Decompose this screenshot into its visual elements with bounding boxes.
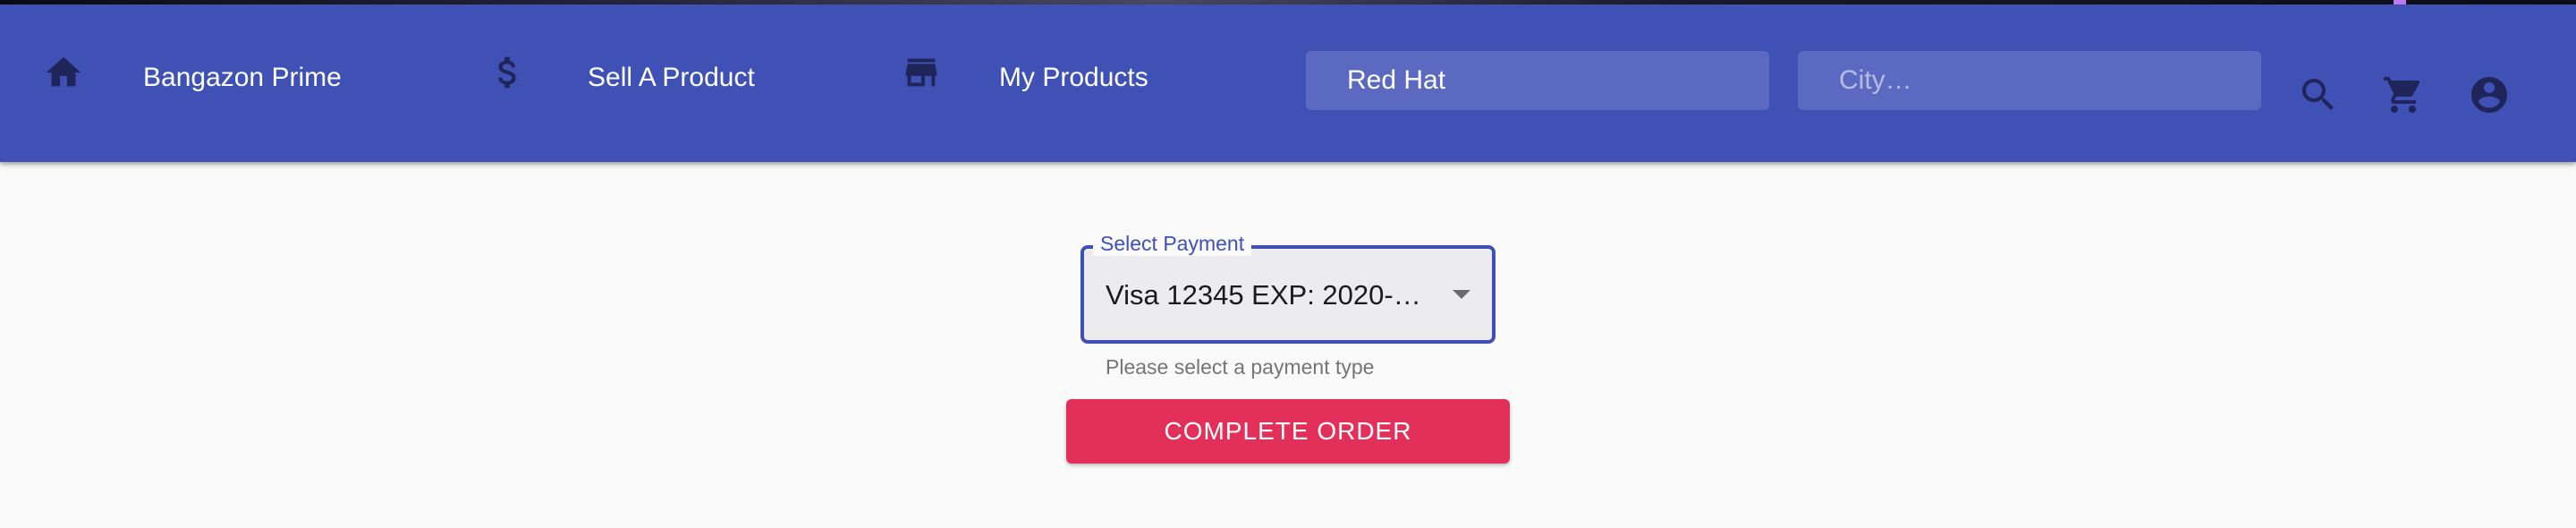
dollar-icon[interactable] xyxy=(487,52,529,93)
search-icon[interactable] xyxy=(2297,73,2340,116)
payment-helper-text: Please select a payment type xyxy=(1106,355,1375,379)
product-search-input[interactable] xyxy=(1306,51,1769,110)
city-search-input[interactable] xyxy=(1798,51,2261,110)
home-icon[interactable] xyxy=(43,52,84,93)
payment-select[interactable]: Select Payment Visa 12345 EXP: 2020-… xyxy=(1080,231,1496,344)
nav-link-bangazon-prime[interactable]: Bangazon Prime xyxy=(143,62,342,94)
store-icon[interactable] xyxy=(901,52,942,93)
app-bar: Bangazon Prime Sell A Product My Product… xyxy=(0,4,2576,162)
cart-icon[interactable] xyxy=(2382,73,2425,116)
nav-link-sell-a-product[interactable]: Sell A Product xyxy=(588,62,755,94)
payment-select-label: Select Payment xyxy=(1093,231,1252,256)
nav-link-my-products[interactable]: My Products xyxy=(999,62,1148,94)
dropdown-arrow-icon[interactable] xyxy=(1453,290,1470,299)
payment-select-value[interactable]: Visa 12345 EXP: 2020-… xyxy=(1106,278,1445,312)
complete-order-button[interactable]: COMPLETE ORDER xyxy=(1066,399,1510,464)
account-icon[interactable] xyxy=(2468,73,2511,116)
